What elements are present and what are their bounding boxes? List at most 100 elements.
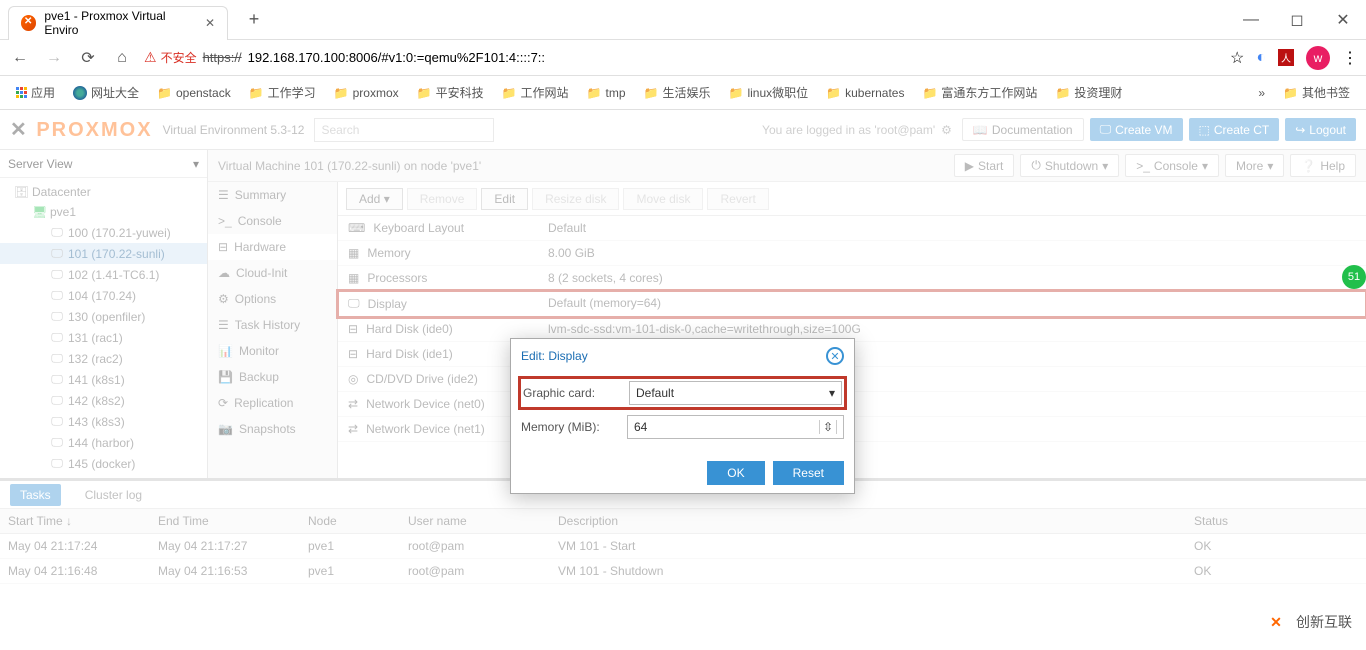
menu-item-snapshots[interactable]: 📷Snapshots	[208, 416, 337, 442]
col-end[interactable]: End Time	[150, 509, 300, 533]
menu-item-task-history[interactable]: ☰Task History	[208, 312, 337, 338]
tree-item[interactable]: 🖵102 (1.41-TC6.1)	[0, 264, 207, 285]
graphic-card-select[interactable]: Default ▾	[629, 381, 842, 405]
menu-item-monitor[interactable]: 📊Monitor	[208, 338, 337, 364]
menu-item-summary[interactable]: ☰Summary	[208, 182, 337, 208]
home-button[interactable]: ⌂	[110, 46, 134, 70]
tree-item[interactable]: 🖵145 (docker)	[0, 453, 207, 474]
tree-item[interactable]: 🖵142 (k8s2)	[0, 390, 207, 411]
bookmark-folder[interactable]: 📁linux微职位	[723, 80, 815, 105]
col-node[interactable]: Node	[300, 509, 400, 533]
menu-item-replication[interactable]: ⟳Replication	[208, 390, 337, 416]
watermark-icon: ✕	[1262, 608, 1290, 636]
close-window-button[interactable]: ✕	[1320, 0, 1366, 40]
profile-avatar[interactable]: w	[1306, 46, 1330, 70]
menu-item-cloud-init[interactable]: ☁Cloud-Init	[208, 260, 337, 286]
help-button[interactable]: ❔ Help	[1290, 154, 1356, 177]
create-vm-button[interactable]: 🖵 Create VM	[1090, 118, 1183, 141]
tree-item[interactable]: 🖵130 (openfiler)	[0, 306, 207, 327]
menu-item-backup[interactable]: 💾Backup	[208, 364, 337, 390]
more-button[interactable]: More ▾	[1225, 154, 1284, 177]
close-icon[interactable]: ✕	[205, 16, 215, 30]
menu-item-options[interactable]: ⚙Options	[208, 286, 337, 312]
add-button[interactable]: Add ▾	[346, 188, 403, 210]
extension-icon[interactable]: ◐	[1256, 49, 1266, 67]
move-disk-button[interactable]: Move disk	[623, 188, 703, 210]
tree-item[interactable]: 🖵131 (rac1)	[0, 327, 207, 348]
node-icon: 🖵	[50, 309, 64, 324]
hw-icon: ⇄	[348, 422, 358, 436]
bookmark-other[interactable]: 📁其他书签	[1277, 80, 1356, 105]
maximize-button[interactable]: ◻	[1274, 0, 1320, 40]
col-user[interactable]: User name	[400, 509, 550, 533]
back-button[interactable]: ←	[8, 46, 32, 70]
task-row[interactable]: May 04 21:16:48May 04 21:16:53pve1root@p…	[0, 559, 1366, 584]
tree-item[interactable]: 🗄Datacenter	[0, 182, 207, 202]
chevron-down-icon[interactable]: ▾	[193, 157, 199, 171]
logout-button[interactable]: ↪ Logout	[1285, 118, 1356, 141]
hardware-row[interactable]: ▦Processors8 (2 sockets, 4 cores)	[338, 266, 1366, 291]
new-tab-button[interactable]: +	[240, 6, 268, 34]
tree-item[interactable]: 🖵101 (170.22-sunli)	[0, 243, 207, 264]
reload-button[interactable]: ⟳	[76, 46, 100, 70]
hardware-row[interactable]: 🖵DisplayDefault (memory=64)	[338, 291, 1366, 317]
start-button[interactable]: ▶ Start	[954, 154, 1015, 177]
search-input[interactable]: Search	[314, 118, 494, 142]
ok-button[interactable]: OK	[707, 461, 764, 485]
documentation-button[interactable]: 📖 Documentation	[962, 118, 1084, 141]
cluster-log-tab[interactable]: Cluster log	[75, 484, 152, 506]
star-icon[interactable]: ☆	[1230, 48, 1244, 68]
tree-item[interactable]: 🖵143 (k8s3)	[0, 411, 207, 432]
bookmark-overflow[interactable]: »	[1252, 80, 1271, 105]
create-ct-button[interactable]: ⬚ Create CT	[1189, 118, 1280, 141]
hardware-row[interactable]: ▦Memory8.00 GiB	[338, 241, 1366, 266]
revert-button[interactable]: Revert	[707, 188, 768, 210]
tree-item[interactable]: 🖵141 (k8s1)	[0, 369, 207, 390]
bookmark-folder[interactable]: 📁平安科技	[411, 80, 490, 105]
menu-item-console[interactable]: >_Console	[208, 208, 337, 234]
hardware-row[interactable]: ⌨Keyboard LayoutDefault	[338, 216, 1366, 241]
bookmark-folder[interactable]: 📁kubernates	[820, 82, 910, 104]
bookmark-folder[interactable]: 📁openstack	[151, 82, 237, 104]
edit-button[interactable]: Edit	[481, 188, 528, 210]
remove-button[interactable]: Remove	[407, 188, 478, 210]
menu-item-hardware[interactable]: ⊟Hardware	[208, 234, 337, 260]
bookmark-folder[interactable]: 📁工作网站	[496, 80, 575, 105]
col-status[interactable]: Status	[1186, 509, 1366, 533]
bookmark-item[interactable]: 网址大全	[67, 80, 145, 105]
console-button[interactable]: >_ Console ▾	[1125, 154, 1219, 177]
url-field[interactable]: ⚠不安全 https:// 192.168.170.100:8006/#v1:0…	[144, 49, 1220, 66]
gear-icon[interactable]: ⚙	[941, 123, 952, 137]
bookmark-folder[interactable]: 📁tmp	[581, 82, 632, 104]
minimize-button[interactable]: —	[1228, 0, 1274, 40]
vm-title: Virtual Machine 101 (170.22-sunli) on no…	[218, 159, 481, 173]
tasks-tab[interactable]: Tasks	[10, 484, 61, 506]
bookmark-folder[interactable]: 📁工作学习	[243, 80, 322, 105]
tree-item[interactable]: 🖥pve1	[0, 202, 207, 222]
menu-icon[interactable]: ⋮	[1342, 48, 1358, 68]
browser-tab[interactable]: pve1 - Proxmox Virtual Enviro ✕	[8, 6, 228, 40]
pdf-icon[interactable]: 人	[1278, 49, 1294, 66]
forward-button[interactable]: →	[42, 46, 66, 70]
tree-item[interactable]: 🖵104 (170.24)	[0, 285, 207, 306]
bookmark-folder[interactable]: 📁富通东方工作网站	[916, 80, 1043, 105]
bookmark-folder[interactable]: 📁投资理财	[1049, 80, 1128, 105]
spinner-icon[interactable]: ⇳	[819, 420, 837, 434]
memory-input[interactable]: 64 ⇳	[627, 415, 844, 439]
server-view-header[interactable]: Server View ▾	[0, 150, 207, 178]
notification-badge[interactable]: 51	[1342, 265, 1366, 289]
dialog-title-bar[interactable]: Edit: Display ✕	[511, 339, 854, 373]
col-desc[interactable]: Description	[550, 509, 1186, 533]
reset-button[interactable]: Reset	[773, 461, 844, 485]
task-row[interactable]: May 04 21:17:24May 04 21:17:27pve1root@p…	[0, 534, 1366, 559]
col-start[interactable]: Start Time ↓	[0, 509, 150, 533]
bookmark-folder[interactable]: 📁proxmox	[328, 82, 405, 104]
tree-item[interactable]: 🖵132 (rac2)	[0, 348, 207, 369]
shutdown-button[interactable]: ⏻ Shutdown ▾	[1020, 154, 1119, 177]
tree-item[interactable]: 🖵144 (harbor)	[0, 432, 207, 453]
resize-disk-button[interactable]: Resize disk	[532, 188, 619, 210]
dialog-close-button[interactable]: ✕	[826, 347, 844, 365]
apps-button[interactable]: 应用	[10, 80, 61, 105]
bookmark-folder[interactable]: 📁生活娱乐	[638, 80, 717, 105]
tree-item[interactable]: 🖵100 (170.21-yuwei)	[0, 222, 207, 243]
